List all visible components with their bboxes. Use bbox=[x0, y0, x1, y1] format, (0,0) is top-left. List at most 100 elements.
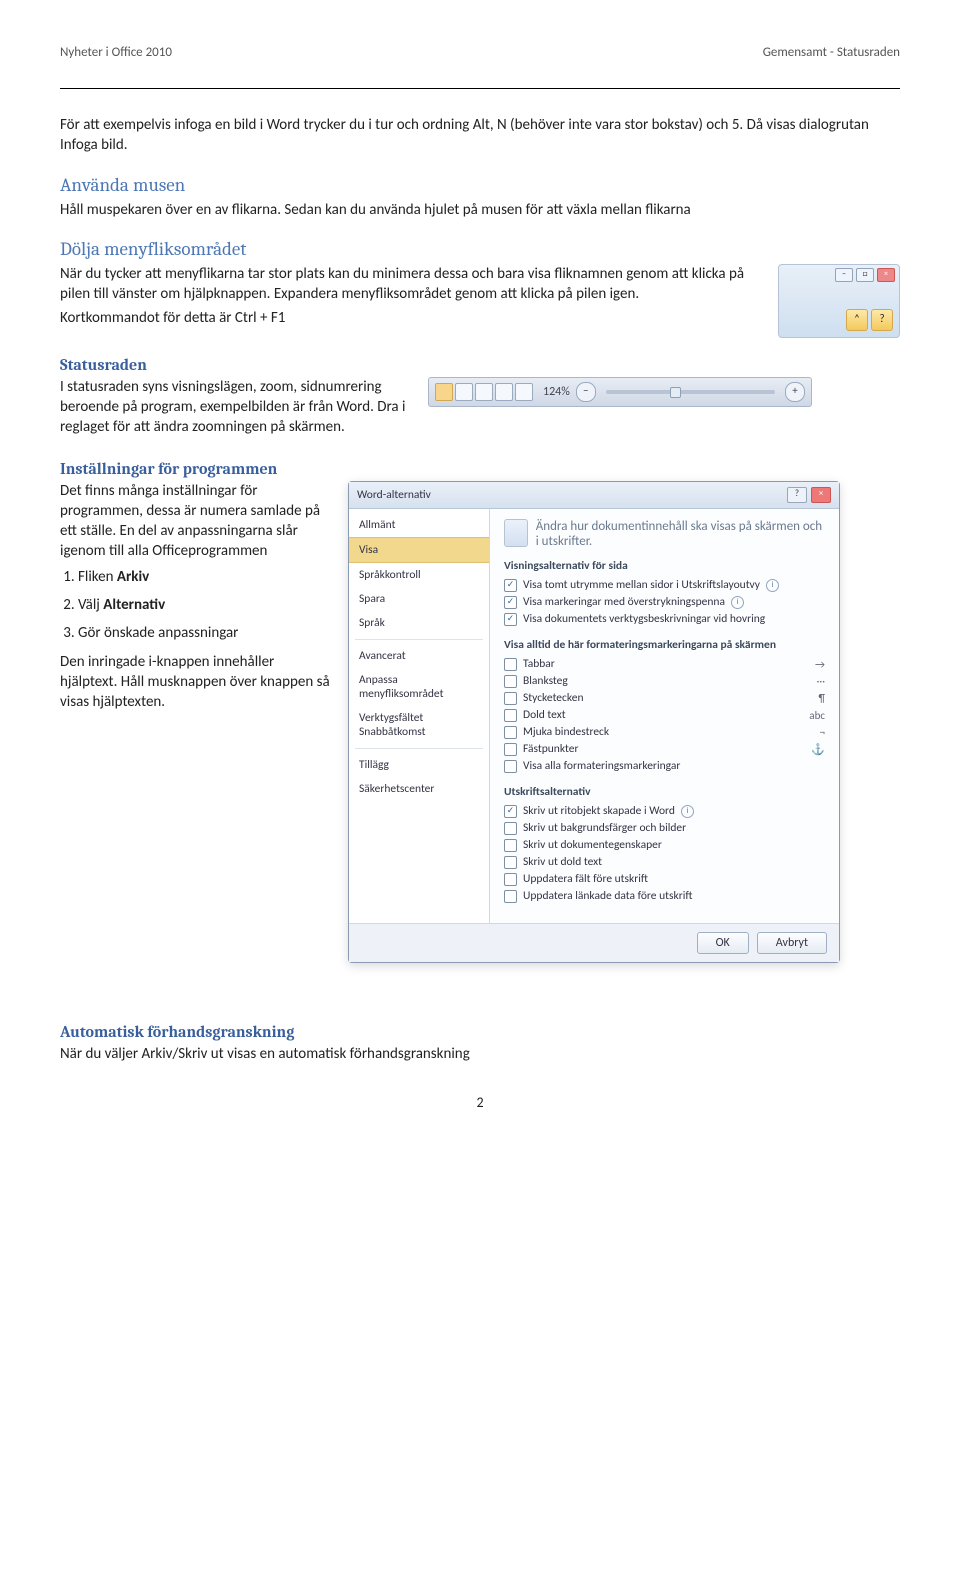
close-icon: × bbox=[877, 268, 895, 282]
header-right: Gemensamt - Statusraden bbox=[763, 45, 900, 60]
option-row[interactable]: Visa dokumentets verktygsbeskrivningar v… bbox=[504, 611, 825, 628]
checkbox-icon[interactable] bbox=[504, 726, 517, 739]
nav-item[interactable]: Språk bbox=[349, 611, 489, 635]
checkbox-icon[interactable] bbox=[504, 856, 517, 869]
step-1: Fliken Arkiv bbox=[78, 568, 330, 586]
settings-heading: Inställningar för programmen bbox=[60, 460, 900, 478]
mouse-text: Håll muspekaren över en av flikarna. Sed… bbox=[60, 200, 900, 220]
nav-item[interactable]: Språkkontroll bbox=[349, 563, 489, 587]
dialog-main: Ändra hur dokumentinnehåll ska visas på … bbox=[490, 509, 839, 923]
settings-intro: Det finns många inställningar för progra… bbox=[60, 481, 330, 562]
status-text: I statusraden syns visningslägen, zoom, … bbox=[60, 377, 410, 438]
dialog-title: Word-alternativ bbox=[357, 488, 431, 502]
hide-text-2: Kortkommandot för detta är Ctrl + F1 bbox=[60, 308, 760, 328]
statusbar-section: Statusraden I statusraden syns visningsl… bbox=[60, 356, 900, 442]
view-fullscreen-icon bbox=[455, 383, 473, 401]
step-2: Välj Alternativ bbox=[78, 596, 330, 614]
checkbox-icon[interactable] bbox=[504, 692, 517, 705]
collapse-ribbon-icon: ˄ bbox=[846, 309, 868, 331]
preview-section: Automatisk förhandsgranskning När du väl… bbox=[60, 1023, 900, 1064]
preview-heading: Automatisk förhandsgranskning bbox=[60, 1023, 900, 1041]
statusbar-screenshot: 124% − + bbox=[428, 377, 812, 407]
checkbox-icon[interactable] bbox=[504, 709, 517, 722]
option-label: Mjuka bindestreck bbox=[523, 725, 609, 739]
info-icon[interactable]: i bbox=[681, 805, 694, 818]
intro-text: För att exempelvis infoga en bild i Word… bbox=[60, 115, 900, 156]
dialog-nav: AllmäntVisaSpråkkontrollSparaSpråk Avance… bbox=[349, 509, 490, 923]
option-label: Skriv ut ritobjekt skapade i Word bbox=[523, 804, 675, 818]
nav-item[interactable]: Anpassa menyfliksområdet bbox=[349, 668, 489, 706]
symbol-icon: ··· bbox=[817, 675, 825, 688]
checkbox-icon[interactable] bbox=[504, 839, 517, 852]
option-label: Fästpunkter bbox=[523, 742, 578, 756]
symbol-icon: ¬ bbox=[820, 726, 825, 739]
option-label: Uppdatera fält före utskrift bbox=[523, 872, 648, 886]
settings-section: Inställningar för programmen Det finns m… bbox=[60, 460, 900, 963]
option-row[interactable]: Uppdatera länkade data före utskrift bbox=[504, 888, 825, 905]
view-outline-icon bbox=[495, 383, 513, 401]
info-icon[interactable]: i bbox=[731, 596, 744, 609]
option-row[interactable]: Stycketecken¶ bbox=[504, 690, 825, 707]
nav-item[interactable]: Avancerat bbox=[349, 644, 489, 668]
header-divider bbox=[60, 88, 900, 89]
option-label: Stycketecken bbox=[523, 691, 584, 705]
checkbox-icon[interactable] bbox=[504, 613, 517, 626]
nav-item[interactable]: Allmänt bbox=[349, 513, 489, 537]
option-row[interactable]: Tabbar → bbox=[504, 656, 825, 673]
cancel-button[interactable]: Avbryt bbox=[757, 932, 827, 954]
checkbox-icon[interactable] bbox=[504, 822, 517, 835]
option-row[interactable]: Skriv ut dokumentegenskaper bbox=[504, 837, 825, 854]
mouse-heading: Använda musen bbox=[60, 174, 900, 196]
dialog-heading-icon bbox=[504, 519, 528, 547]
intro-section: För att exempelvis infoga en bild i Word… bbox=[60, 115, 900, 156]
nav-item[interactable]: Visa bbox=[349, 537, 489, 563]
checkbox-icon[interactable] bbox=[504, 675, 517, 688]
option-row[interactable]: Mjuka bindestreck ¬ bbox=[504, 724, 825, 741]
option-row[interactable]: Uppdatera fält före utskrift bbox=[504, 871, 825, 888]
checkbox-icon[interactable] bbox=[504, 658, 517, 671]
checkbox-icon[interactable] bbox=[504, 805, 517, 818]
checkbox-icon[interactable] bbox=[504, 760, 517, 773]
minimize-icon: – bbox=[835, 268, 853, 282]
checkbox-icon[interactable] bbox=[504, 579, 517, 592]
option-row[interactable]: Skriv ut bakgrundsfärger och bilder bbox=[504, 820, 825, 837]
option-row[interactable]: Skriv ut dold text bbox=[504, 854, 825, 871]
option-label: Skriv ut dokumentegenskaper bbox=[523, 838, 662, 852]
option-row[interactable]: Fästpunkter⚓ bbox=[504, 741, 825, 758]
option-label: Visa tomt utrymme mellan sidor i Utskrif… bbox=[523, 578, 760, 592]
help-icon: ? bbox=[871, 309, 893, 331]
view-print-layout-icon bbox=[435, 383, 453, 401]
zoom-in-icon: + bbox=[785, 382, 805, 402]
checkbox-icon[interactable] bbox=[504, 743, 517, 756]
mouse-section: Använda musen Håll muspekaren över en av… bbox=[60, 174, 900, 220]
view-draft-icon bbox=[515, 383, 533, 401]
preview-text: När du väljer Arkiv/Skriv ut visas en au… bbox=[60, 1044, 900, 1064]
symbol-icon: → bbox=[815, 658, 825, 671]
word-options-dialog: Word-alternativ ? × AllmäntVisaSpråkkont… bbox=[348, 481, 840, 963]
hide-text-1: När du tycker att menyflikarna tar stor … bbox=[60, 264, 760, 305]
checkbox-icon[interactable] bbox=[504, 873, 517, 886]
nav-item[interactable]: Verktygsfältet Snabbåtkomst bbox=[349, 706, 489, 744]
page-number: 2 bbox=[60, 1094, 900, 1111]
nav-item[interactable]: Tillägg bbox=[349, 753, 489, 777]
option-label: Tabbar bbox=[523, 657, 555, 671]
group-title: Visa alltid de här formateringsmarkering… bbox=[504, 638, 825, 652]
checkbox-icon[interactable] bbox=[504, 596, 517, 609]
option-row[interactable]: Visa alla formateringsmarkeringar bbox=[504, 758, 825, 775]
header-left: Nyheter i Office 2010 bbox=[60, 45, 172, 60]
zoom-slider bbox=[606, 390, 775, 394]
option-label: Dold text bbox=[523, 708, 566, 722]
ok-button[interactable]: OK bbox=[697, 932, 749, 954]
status-heading: Statusraden bbox=[60, 356, 900, 374]
option-row[interactable]: Blanksteg··· bbox=[504, 673, 825, 690]
nav-item[interactable]: Säkerhetscenter bbox=[349, 777, 489, 801]
checkbox-icon[interactable] bbox=[504, 890, 517, 903]
option-row[interactable]: Visa markeringar med överstrykningspenna… bbox=[504, 594, 825, 611]
option-label: Visa markeringar med överstrykningspenna bbox=[523, 595, 725, 609]
info-icon[interactable]: i bbox=[766, 579, 779, 592]
nav-item[interactable]: Spara bbox=[349, 587, 489, 611]
option-row[interactable]: Visa tomt utrymme mellan sidor i Utskrif… bbox=[504, 577, 825, 594]
group-title: Utskriftsalternativ bbox=[504, 785, 825, 799]
option-row[interactable]: Skriv ut ritobjekt skapade i Word i bbox=[504, 803, 825, 820]
option-row[interactable]: Dold textabc bbox=[504, 707, 825, 724]
